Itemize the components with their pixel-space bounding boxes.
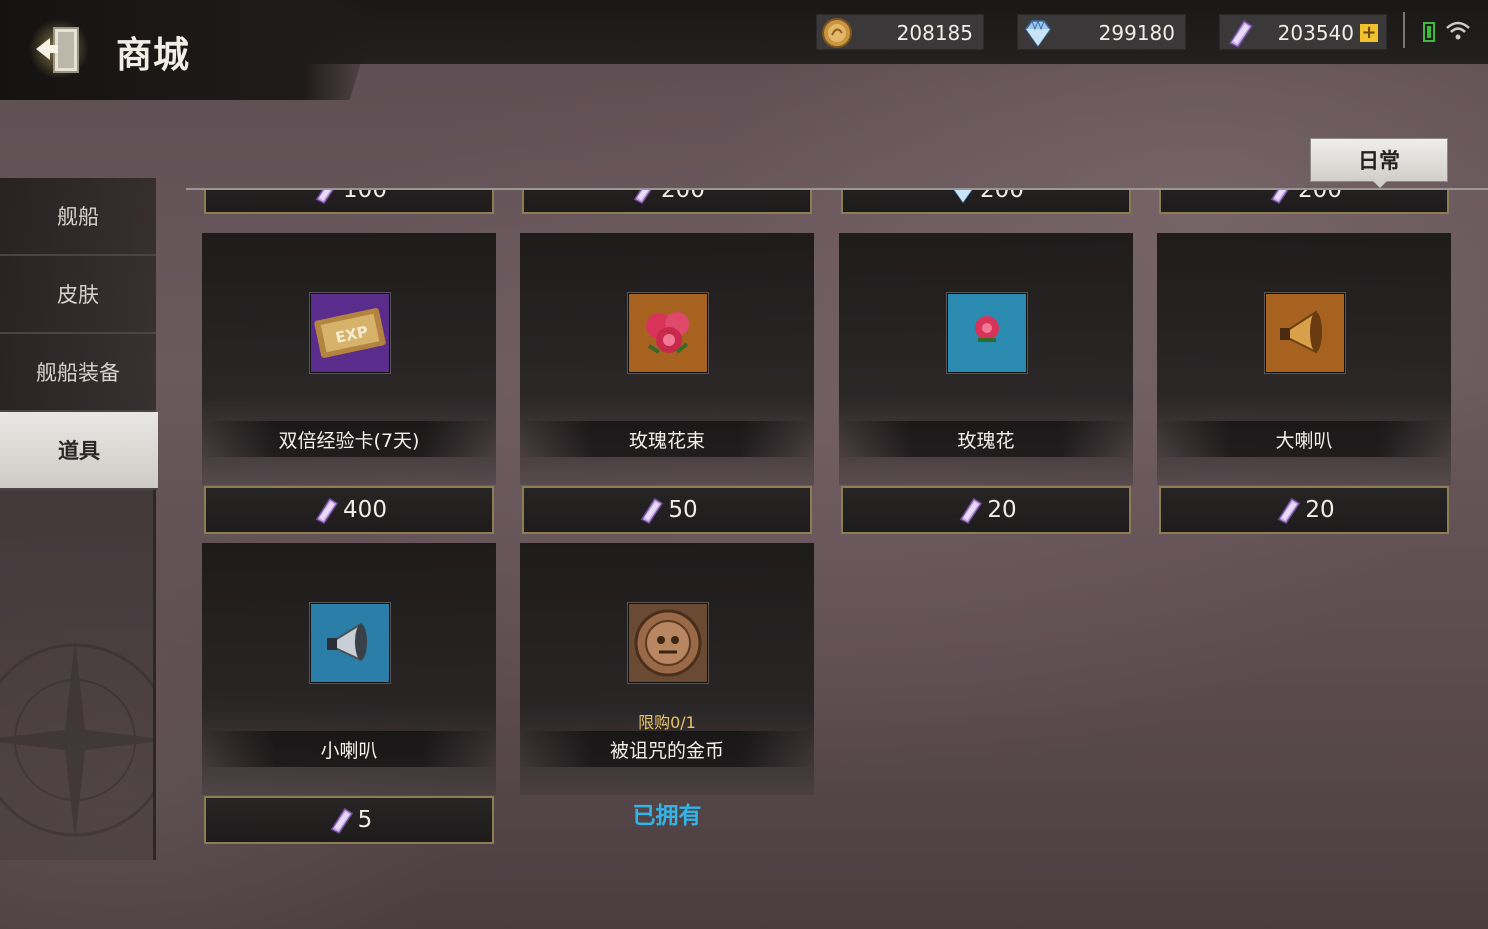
price-value: 200	[661, 190, 705, 203]
item-card-exp-card[interactable]: EXP 双倍经验卡(7天)	[202, 233, 496, 485]
exp-card-icon: EXP	[310, 293, 390, 373]
battery-icon	[1423, 22, 1435, 42]
price-button-partial[interactable]: 100	[204, 190, 494, 214]
ticket-icon	[315, 190, 334, 205]
sidebar-item-label: 舰船装备	[36, 361, 120, 385]
buy-button-big-horn[interactable]: 20	[1159, 486, 1449, 534]
sidebar: 舰船 皮肤 舰船装备 道具	[0, 178, 158, 490]
back-button[interactable]	[24, 16, 94, 82]
ticket-icon	[315, 497, 339, 525]
diamond-currency: 299180	[1017, 14, 1186, 50]
diamond-value: 299180	[1098, 21, 1175, 45]
exit-door-icon	[29, 19, 89, 79]
ticket-value: 203540	[1277, 21, 1354, 45]
wifi-icon	[1446, 21, 1470, 40]
price-value: 20	[1305, 497, 1335, 523]
item-name: 被诅咒的金币	[520, 731, 814, 767]
sidebar-item-skins[interactable]: 皮肤	[0, 256, 156, 334]
owned-status: 已拥有	[632, 803, 702, 829]
sidebar-item-ship-equipment[interactable]: 舰船装备	[0, 334, 156, 412]
gold-currency: 208185	[816, 14, 984, 50]
buy-button-rose[interactable]: 20	[841, 486, 1131, 534]
buy-button-rose-bouquet[interactable]: 50	[522, 486, 812, 534]
item-name: 玫瑰花	[839, 421, 1133, 457]
price-value: 50	[668, 497, 698, 523]
item-name: 大喇叭	[1157, 421, 1451, 457]
item-name: 玫瑰花束	[520, 421, 814, 457]
item-card-rose-bouquet[interactable]: 玫瑰花束	[520, 233, 814, 485]
price-value: 100	[343, 190, 387, 203]
item-grid: 100 200 200 200 EXP 双倍经验卡(7天) 玫瑰花束 玫瑰花 大…	[186, 190, 1488, 929]
ticket-icon	[959, 497, 983, 525]
buy-button-exp-card[interactable]: 400	[204, 486, 494, 534]
price-value: 200	[980, 190, 1024, 203]
big-horn-icon	[1265, 293, 1345, 373]
gold-value: 208185	[896, 21, 973, 45]
sidebar-item-label: 皮肤	[57, 283, 99, 307]
ticket-icon	[640, 497, 664, 525]
item-card-small-horn[interactable]: 小喇叭	[202, 543, 496, 795]
sidebar-item-items[interactable]: 道具	[0, 412, 158, 490]
ticket-icon	[633, 190, 652, 205]
ticket-icon	[1270, 190, 1289, 205]
purchase-limit: 限购0/1	[638, 713, 696, 732]
sidebar-item-label: 道具	[58, 439, 100, 463]
filter-tab-label: 日常	[1358, 149, 1400, 173]
sidebar-item-ships[interactable]: 舰船	[0, 178, 156, 256]
ticket-icon	[330, 807, 353, 835]
price-button-partial[interactable]: 200	[522, 190, 812, 214]
price-value: 200	[1298, 190, 1342, 203]
price-value: 20	[987, 497, 1017, 523]
buy-button-small-horn[interactable]: 5	[204, 796, 494, 844]
ticket-icon	[1277, 497, 1301, 525]
item-card-big-horn[interactable]: 大喇叭	[1157, 233, 1451, 485]
item-card-cursed-coin[interactable]: 限购0/1 被诅咒的金币	[520, 543, 814, 795]
ticket-icon	[1228, 19, 1254, 48]
price-value: 5	[357, 807, 373, 833]
rose-icon	[947, 293, 1027, 373]
small-horn-icon	[310, 603, 390, 683]
item-name: 小喇叭	[202, 731, 496, 767]
status-divider	[1403, 12, 1405, 48]
filter-arrow-icon	[1373, 181, 1387, 188]
add-ticket-button[interactable]: +	[1360, 24, 1378, 42]
price-value: 400	[343, 497, 387, 523]
diamond-icon	[1025, 19, 1051, 48]
filter-tab-daily[interactable]: 日常	[1310, 138, 1448, 188]
item-name: 双倍经验卡(7天)	[202, 421, 496, 457]
gold-coin-icon	[822, 18, 852, 48]
page-title: 商城	[116, 35, 191, 76]
rose-bouquet-icon	[628, 293, 708, 373]
compass-decoration	[0, 640, 156, 840]
price-button-partial[interactable]: 200	[1159, 190, 1449, 214]
price-button-partial[interactable]: 200	[841, 190, 1131, 214]
diamond-icon	[953, 190, 973, 204]
sidebar-item-label: 舰船	[57, 205, 99, 229]
cursed-coin-icon	[628, 603, 708, 683]
item-card-rose[interactable]: 玫瑰花	[839, 233, 1133, 485]
ticket-currency: 203540 +	[1219, 14, 1387, 50]
